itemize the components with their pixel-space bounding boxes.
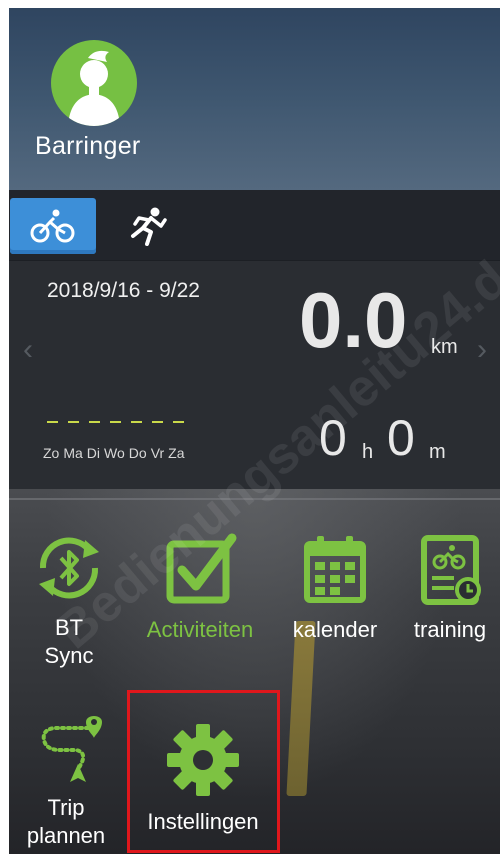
weekday-label: Do xyxy=(128,445,147,461)
activity-type-tabs xyxy=(9,190,500,260)
hours-unit: h xyxy=(362,441,374,463)
weekday-label: Vr xyxy=(150,445,165,461)
bt-sync-label-line1: BT xyxy=(54,615,84,640)
weekday-label: Di xyxy=(86,445,101,461)
user-silhouette-icon xyxy=(68,50,120,126)
bt-sync-button[interactable]: BT Sync xyxy=(14,528,124,669)
weekday-labels: Zo Ma Di Wo Do Vr Za xyxy=(43,445,185,461)
bike-icon xyxy=(30,209,75,243)
calendar-icon xyxy=(304,536,366,603)
road-edge-line xyxy=(9,498,500,500)
weekday-label: Za xyxy=(168,445,185,461)
activities-label: Activiteiten xyxy=(146,617,254,642)
day-bar xyxy=(131,421,142,423)
trip-plan-label-line2: plannen xyxy=(26,822,106,848)
training-button[interactable]: training xyxy=(402,530,498,644)
tab-running[interactable] xyxy=(104,198,190,254)
day-bar xyxy=(89,421,100,423)
date-range: 2018/9/16 - 9/22 xyxy=(47,279,200,302)
checkbox-check-icon xyxy=(166,533,237,604)
training-label: training xyxy=(413,617,487,642)
profile-header: Barringer xyxy=(9,8,500,190)
day-bar xyxy=(110,421,121,423)
trip-plan-label-line1: Trip xyxy=(47,795,85,820)
bluetooth-sync-icon xyxy=(39,537,99,599)
username: Barringer xyxy=(35,132,141,160)
training-plan-icon xyxy=(421,535,481,605)
day-bar xyxy=(173,421,184,423)
minutes-value: 0 xyxy=(387,410,415,466)
distance-unit: km xyxy=(431,336,458,358)
distance-value: 0.0 xyxy=(299,276,408,364)
weekly-stats-panel: 2018/9/16 - 9/22 ‹ 0.0 km › Zo Ma Di Wo … xyxy=(9,261,500,489)
weekday-label: Zo xyxy=(43,445,60,461)
weekday-label: Ma xyxy=(63,445,83,461)
next-week-chevron-icon[interactable]: › xyxy=(477,333,487,367)
trip-plan-button[interactable]: Trip plannen xyxy=(21,708,111,849)
day-bar xyxy=(152,421,163,423)
day-bar xyxy=(47,421,58,423)
minutes-unit: m xyxy=(429,441,446,463)
avatar[interactable] xyxy=(51,40,137,126)
bt-sync-label-line2: Sync xyxy=(44,642,94,668)
settings-highlight-frame xyxy=(127,690,280,853)
activities-button[interactable]: Activiteiten xyxy=(135,530,265,644)
previous-week-chevron-icon[interactable]: ‹ xyxy=(23,333,33,367)
weekday-label: Wo xyxy=(104,445,125,461)
app-screen: Barringer 2018/9/16 - 9/22 ‹ 0.0 km › Zo… xyxy=(9,8,500,854)
hours-value: 0 xyxy=(319,410,347,466)
day-bar xyxy=(68,421,79,423)
run-icon xyxy=(131,207,167,246)
route-map-icon xyxy=(41,716,102,782)
calendar-button[interactable]: kalender xyxy=(285,530,385,644)
calendar-label: kalender xyxy=(292,617,378,642)
daily-activity-bars xyxy=(47,421,184,423)
tab-cycling[interactable] xyxy=(10,198,96,254)
